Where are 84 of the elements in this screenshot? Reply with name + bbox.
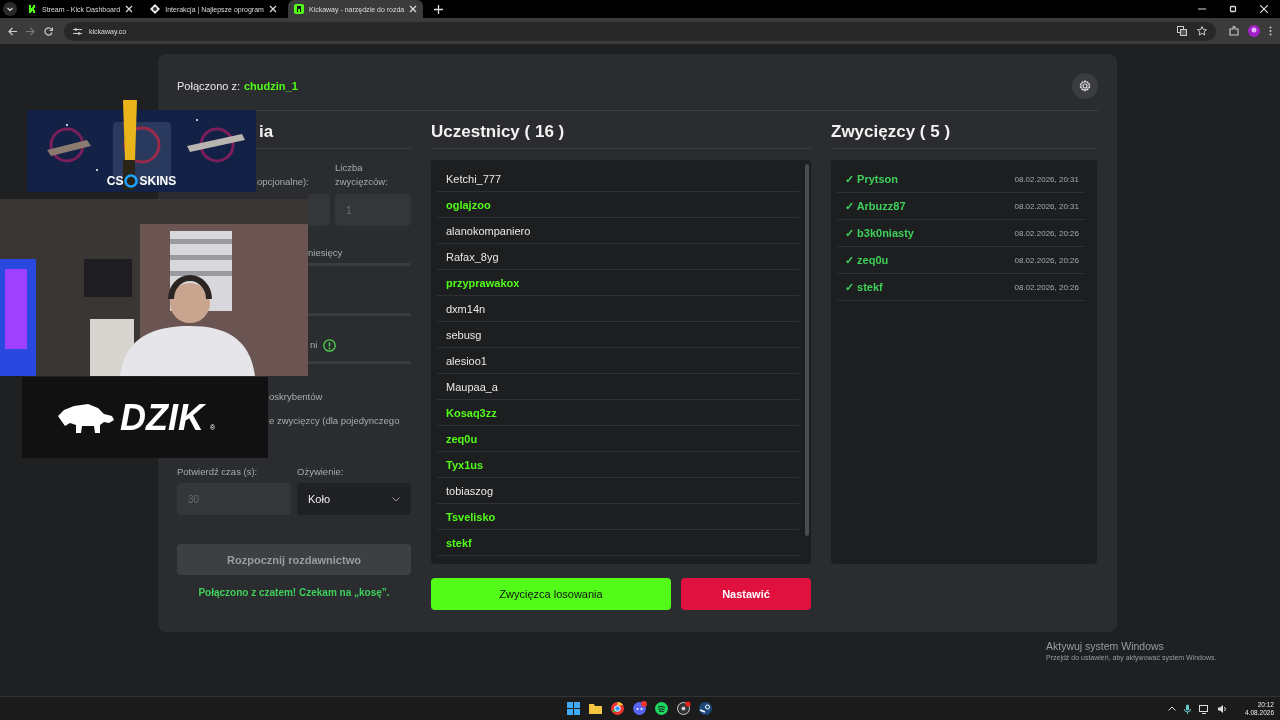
field-label: Liczba zwycięzców: xyxy=(335,161,389,189)
win-time: 08.02.2026, 20:31 xyxy=(1014,201,1079,211)
participant-name: sebusg xyxy=(437,322,799,348)
site-settings-icon[interactable] xyxy=(73,26,82,36)
participant-name: stekf xyxy=(437,530,799,556)
tab-list-icon[interactable] xyxy=(3,2,17,16)
participant-name: oglajzoo xyxy=(437,192,799,218)
participant-name: Ketchi_777 xyxy=(437,166,799,192)
channel-name: chudzin_1 xyxy=(244,80,298,92)
participant-name: alanokompaniero xyxy=(437,218,799,244)
section-title: ia xyxy=(259,121,274,142)
field-label: Potwierdź czas (s): xyxy=(177,465,259,479)
logo-text: DZIK xyxy=(120,396,204,439)
field-label: niesięcy xyxy=(308,246,343,260)
close-icon[interactable] xyxy=(268,5,277,13)
profile-icon[interactable] xyxy=(1248,25,1260,37)
participant-name: tobiaszog xyxy=(437,478,799,504)
activation-title: Aktywuj system Windows xyxy=(1046,640,1165,652)
win-time: 08.02.2026, 20:26 xyxy=(1014,255,1079,265)
connection-label: Połączono z: xyxy=(177,80,240,92)
camera-app-icon[interactable] xyxy=(676,701,691,716)
info-icon xyxy=(323,338,337,352)
winner-name: ✓ zeq0u xyxy=(845,253,889,267)
network-icon[interactable] xyxy=(1199,703,1210,714)
folder-icon[interactable] xyxy=(588,701,603,716)
chevron-icon xyxy=(392,496,400,502)
minimize-icon[interactable] xyxy=(1198,5,1206,13)
participant-name: Tsvelisko xyxy=(437,504,799,530)
reset-button[interactable]: Nastawić xyxy=(681,578,811,610)
win-time: 08.02.2026, 20:31 xyxy=(1014,174,1079,184)
star-icon[interactable] xyxy=(1197,26,1207,36)
winner-name: ✓ Arbuzz87 xyxy=(845,199,906,213)
ring-icon xyxy=(124,174,139,188)
microphone-icon[interactable] xyxy=(1184,703,1192,714)
win-time: 08.02.2026, 20:26 xyxy=(1014,282,1079,292)
volume-icon[interactable] xyxy=(1217,703,1228,714)
participant-name: zeq0u xyxy=(437,426,799,452)
field-label: ni xyxy=(310,338,318,352)
winner-name: ✓ b3k0niasty xyxy=(845,226,914,240)
close-icon[interactable] xyxy=(409,5,418,13)
settings-button[interactable] xyxy=(1072,73,1098,99)
scrollbar[interactable] xyxy=(805,164,809,536)
site-icon xyxy=(27,4,37,14)
participant-name: Rafax_8yg xyxy=(437,244,799,270)
participant-name: przyprawakox xyxy=(437,270,799,296)
input-field[interactable] xyxy=(308,194,330,226)
field-label: Ożywienie: xyxy=(297,465,345,479)
browser-icon[interactable] xyxy=(610,701,625,716)
start-icon[interactable] xyxy=(566,701,581,716)
back-icon[interactable] xyxy=(8,26,17,36)
section-title: Uczestnicy ( 16 ) xyxy=(431,121,565,142)
logo-text: CS xyxy=(106,174,124,188)
participant-name: dxm14n xyxy=(437,296,799,322)
draw-winner-button[interactable]: Zwycięzca losowania xyxy=(431,578,671,610)
winner-name: ✓ stekf xyxy=(845,280,883,294)
field-label: opcjonalne): xyxy=(257,175,310,189)
win-time: 08.02.2026, 20:26 xyxy=(1014,228,1079,238)
checkbox-label: oskrybentów xyxy=(269,390,323,404)
logo-text: SKINS xyxy=(139,174,177,188)
section-title: Zwycięzcy ( 5 ) xyxy=(831,121,951,142)
reload-icon[interactable] xyxy=(44,26,53,36)
translate-icon[interactable] xyxy=(1177,26,1187,36)
close-icon[interactable] xyxy=(125,5,134,13)
participant-name: Maupaa_a xyxy=(437,374,799,400)
participant-name: Tyx1us xyxy=(437,452,799,478)
boar-icon xyxy=(56,401,114,434)
animation-dropdown[interactable]: Koło xyxy=(297,483,411,515)
close-icon[interactable] xyxy=(1260,5,1268,13)
site-icon xyxy=(150,4,161,14)
new-tab-icon[interactable] xyxy=(434,4,444,14)
music-app-icon[interactable] xyxy=(654,701,669,716)
forward-icon[interactable] xyxy=(26,26,35,36)
menu-icon[interactable] xyxy=(1269,26,1272,36)
participant-name: Kosaq3zz xyxy=(437,400,799,426)
chat-app-icon[interactable] xyxy=(632,701,647,716)
restore-icon[interactable] xyxy=(1229,5,1237,13)
checkbox-label: e zwycięzcy (dla pojedynczego xyxy=(269,414,400,428)
gear-icon xyxy=(1079,80,1091,92)
winner-name: ✓ Prytson xyxy=(845,172,898,186)
status-message: Połączono z czatem! Czekam na „kosę”. xyxy=(197,587,391,598)
extensions-icon[interactable] xyxy=(1229,26,1239,36)
site-icon xyxy=(293,4,304,14)
participant-name: alesioo1 xyxy=(437,348,799,374)
chevron-up-icon[interactable] xyxy=(1168,706,1177,711)
